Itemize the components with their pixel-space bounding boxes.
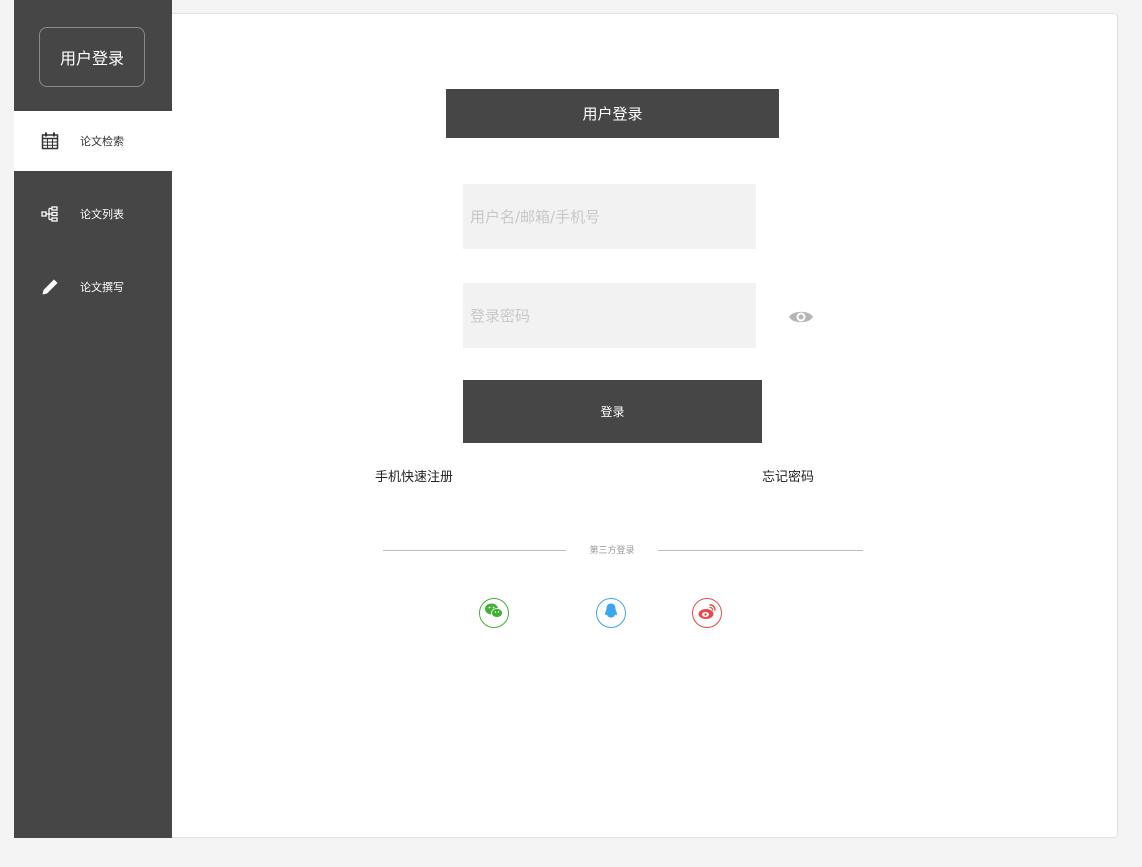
- eye-icon[interactable]: [788, 306, 814, 328]
- weibo-icon: [697, 602, 717, 624]
- sidebar-item-paper-write[interactable]: 论文撰写: [14, 257, 172, 317]
- weibo-login-button[interactable]: [692, 598, 722, 628]
- login-title: 用户登录: [446, 89, 779, 138]
- wechat-icon: [484, 602, 504, 624]
- divider-line: [658, 550, 863, 551]
- password-input[interactable]: [463, 283, 756, 348]
- qq-icon: [602, 602, 620, 624]
- scrollbar[interactable]: [1124, 0, 1142, 867]
- sidebar: 用户登录 论文检索 论文列表 论文撰写: [14, 0, 172, 838]
- sidebar-item-label: 论文检索: [80, 135, 124, 148]
- third-party-label: 第三方登录: [589, 546, 635, 556]
- login-button[interactable]: 登录: [463, 380, 762, 443]
- pencil-icon: [40, 277, 60, 297]
- username-input[interactable]: [463, 184, 756, 249]
- sidebar-item-paper-search[interactable]: 论文检索: [14, 111, 172, 171]
- sidebar-item-label: 论文列表: [80, 208, 124, 221]
- qq-login-button[interactable]: [596, 598, 626, 628]
- tree-structure-icon: [40, 204, 60, 224]
- forgot-password-link[interactable]: 忘记密码: [762, 466, 814, 485]
- sidebar-item-paper-list[interactable]: 论文列表: [14, 184, 172, 244]
- sidebar-item-label: 论文撰写: [80, 281, 124, 294]
- register-link[interactable]: 手机快速注册: [375, 466, 453, 485]
- wechat-login-button[interactable]: [479, 598, 509, 628]
- sidebar-login-button[interactable]: 用户登录: [39, 27, 145, 87]
- divider-line: [383, 550, 566, 551]
- calendar-icon: [40, 131, 60, 151]
- login-panel: 用户登录 登录 手机快速注册 忘记密码 第三方登录: [172, 13, 1118, 838]
